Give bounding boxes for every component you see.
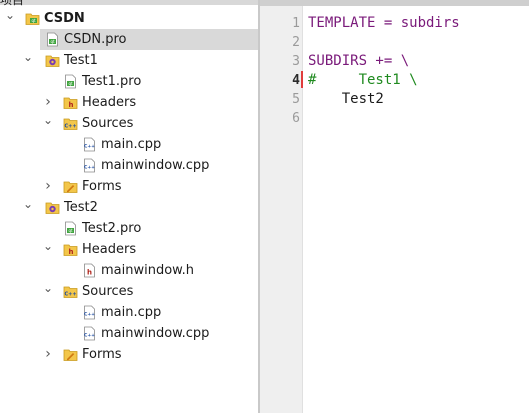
svg-text:C++: C++ (84, 165, 95, 171)
tree-item[interactable]: › Forms (0, 344, 258, 365)
svg-text:qt: qt (68, 228, 73, 233)
cpp-file-icon: C++ (82, 305, 97, 320)
tree-item[interactable]: h mainwindow.h (0, 260, 258, 281)
line-number-gutter: 1 2 3 4 5 6 (260, 6, 302, 413)
svg-text:qt: qt (50, 39, 55, 44)
project-tree-panel: 项目 ⌄ qt CSDN qt CSDN.pro ⌄ Test1 qt Test1.pro › h H… (0, 0, 258, 413)
svg-text:C++: C++ (84, 144, 95, 150)
line-number: 1 (292, 16, 300, 31)
tree-item-label: Test1.pro (82, 74, 142, 89)
tree-header-label: 项目 (0, 0, 25, 7)
svg-text:C++: C++ (64, 292, 76, 298)
tree-item-label: Forms (82, 347, 122, 362)
headers-folder-icon: h (63, 242, 78, 257)
tree-item[interactable]: ⌄ h Headers (0, 239, 258, 260)
qt-project-folder-icon: qt (25, 11, 40, 26)
chevron-down-icon[interactable]: ⌄ (22, 197, 34, 218)
tree-item[interactable]: C++ mainwindow.cpp (0, 323, 258, 344)
tree-item[interactable]: ⌄ C++ Sources (0, 281, 258, 302)
pro-file-icon: qt (63, 221, 78, 236)
code-editor[interactable]: 1 2 3 4 5 6 TEMPLATE = subdirs SUBDIRS += \ # T… (260, 0, 529, 413)
pro-file-icon: qt (45, 32, 60, 47)
tree-item-label: main.cpp (101, 137, 162, 152)
svg-text:C++: C++ (84, 333, 95, 339)
line-number: 5 (292, 92, 300, 107)
chevron-right-icon[interactable]: › (42, 92, 54, 113)
svg-text:h: h (69, 101, 74, 109)
code-line[interactable]: Test2 (308, 90, 384, 109)
svg-text:qt: qt (68, 81, 73, 86)
tree-item-label: Sources (82, 116, 134, 131)
tree-item-label: Test2 (64, 200, 98, 215)
svg-text:h: h (69, 248, 74, 256)
headers-folder-icon: h (63, 95, 78, 110)
sources-folder-icon: C++ (63, 284, 78, 299)
tree-item-label: Headers (82, 95, 137, 110)
tree-item[interactable]: › Forms (0, 176, 258, 197)
subproject-gear-icon (45, 200, 60, 215)
svg-text:h: h (87, 269, 92, 277)
chevron-down-icon[interactable]: ⌄ (22, 50, 34, 71)
sources-folder-icon: C++ (63, 116, 78, 131)
chevron-down-icon[interactable]: ⌄ (42, 113, 54, 134)
header-file-icon: h (82, 263, 97, 278)
chevron-down-icon[interactable]: ⌄ (42, 281, 54, 302)
tree-item[interactable]: C++ mainwindow.cpp (0, 155, 258, 176)
code-line[interactable]: TEMPLATE = subdirs (308, 14, 460, 33)
svg-text:C++: C++ (84, 312, 95, 318)
chevron-down-icon[interactable]: ⌄ (4, 8, 16, 29)
tree-item-label: mainwindow.h (101, 263, 194, 278)
chevron-down-icon[interactable]: ⌄ (42, 239, 54, 260)
tree-item-label: main.cpp (101, 305, 162, 320)
cpp-file-icon: C++ (82, 158, 97, 173)
tree-item[interactable]: ⌄ Test1 (0, 50, 258, 71)
code-line[interactable]: # Test1 \ (308, 71, 418, 90)
tree-item-label: Forms (82, 179, 122, 194)
tree-item[interactable]: C++ main.cpp (0, 134, 258, 155)
tree-item-label: CSDN (44, 11, 85, 26)
gutter-border (302, 6, 303, 413)
forms-folder-icon (63, 347, 78, 362)
tree-item-label: Test1 (64, 53, 98, 68)
line-number: 6 (292, 111, 300, 126)
chevron-right-icon[interactable]: › (42, 176, 54, 197)
cpp-file-icon: C++ (82, 326, 97, 341)
tree-item-label: Test2.pro (82, 221, 142, 236)
tree-item-label: Headers (82, 242, 137, 257)
tree-item[interactable]: ⌄ C++ Sources (0, 113, 258, 134)
forms-folder-icon (63, 179, 78, 194)
line-number: 4 (292, 73, 300, 88)
code-line[interactable]: SUBDIRS += \ (308, 52, 409, 71)
tree-header-bar: 项目 (0, 0, 258, 7)
tree-item-label: Sources (82, 284, 134, 299)
current-line-marker (301, 71, 303, 88)
tree-item[interactable]: C++ main.cpp (0, 302, 258, 323)
tree-item[interactable]: ⌄ Test2 (0, 197, 258, 218)
tree-item[interactable]: ⌄ qt CSDN (0, 8, 258, 29)
chevron-right-icon[interactable]: › (42, 344, 54, 365)
tree-item[interactable]: › h Headers (0, 92, 258, 113)
line-number: 3 (292, 54, 300, 69)
line-number: 2 (292, 35, 300, 50)
pro-file-icon: qt (63, 74, 78, 89)
subproject-gear-icon (45, 53, 60, 68)
svg-text:C++: C++ (64, 124, 76, 130)
cpp-file-icon: C++ (82, 137, 97, 152)
tree-item[interactable]: qt Test2.pro (0, 218, 258, 239)
tree-item-label: mainwindow.cpp (101, 158, 210, 173)
tree-item-label: mainwindow.cpp (101, 326, 210, 341)
tree-item[interactable]: qt CSDN.pro (40, 29, 258, 50)
tree-item[interactable]: qt Test1.pro (0, 71, 258, 92)
svg-text:qt: qt (31, 18, 36, 23)
tree-item-label: CSDN.pro (64, 32, 127, 47)
